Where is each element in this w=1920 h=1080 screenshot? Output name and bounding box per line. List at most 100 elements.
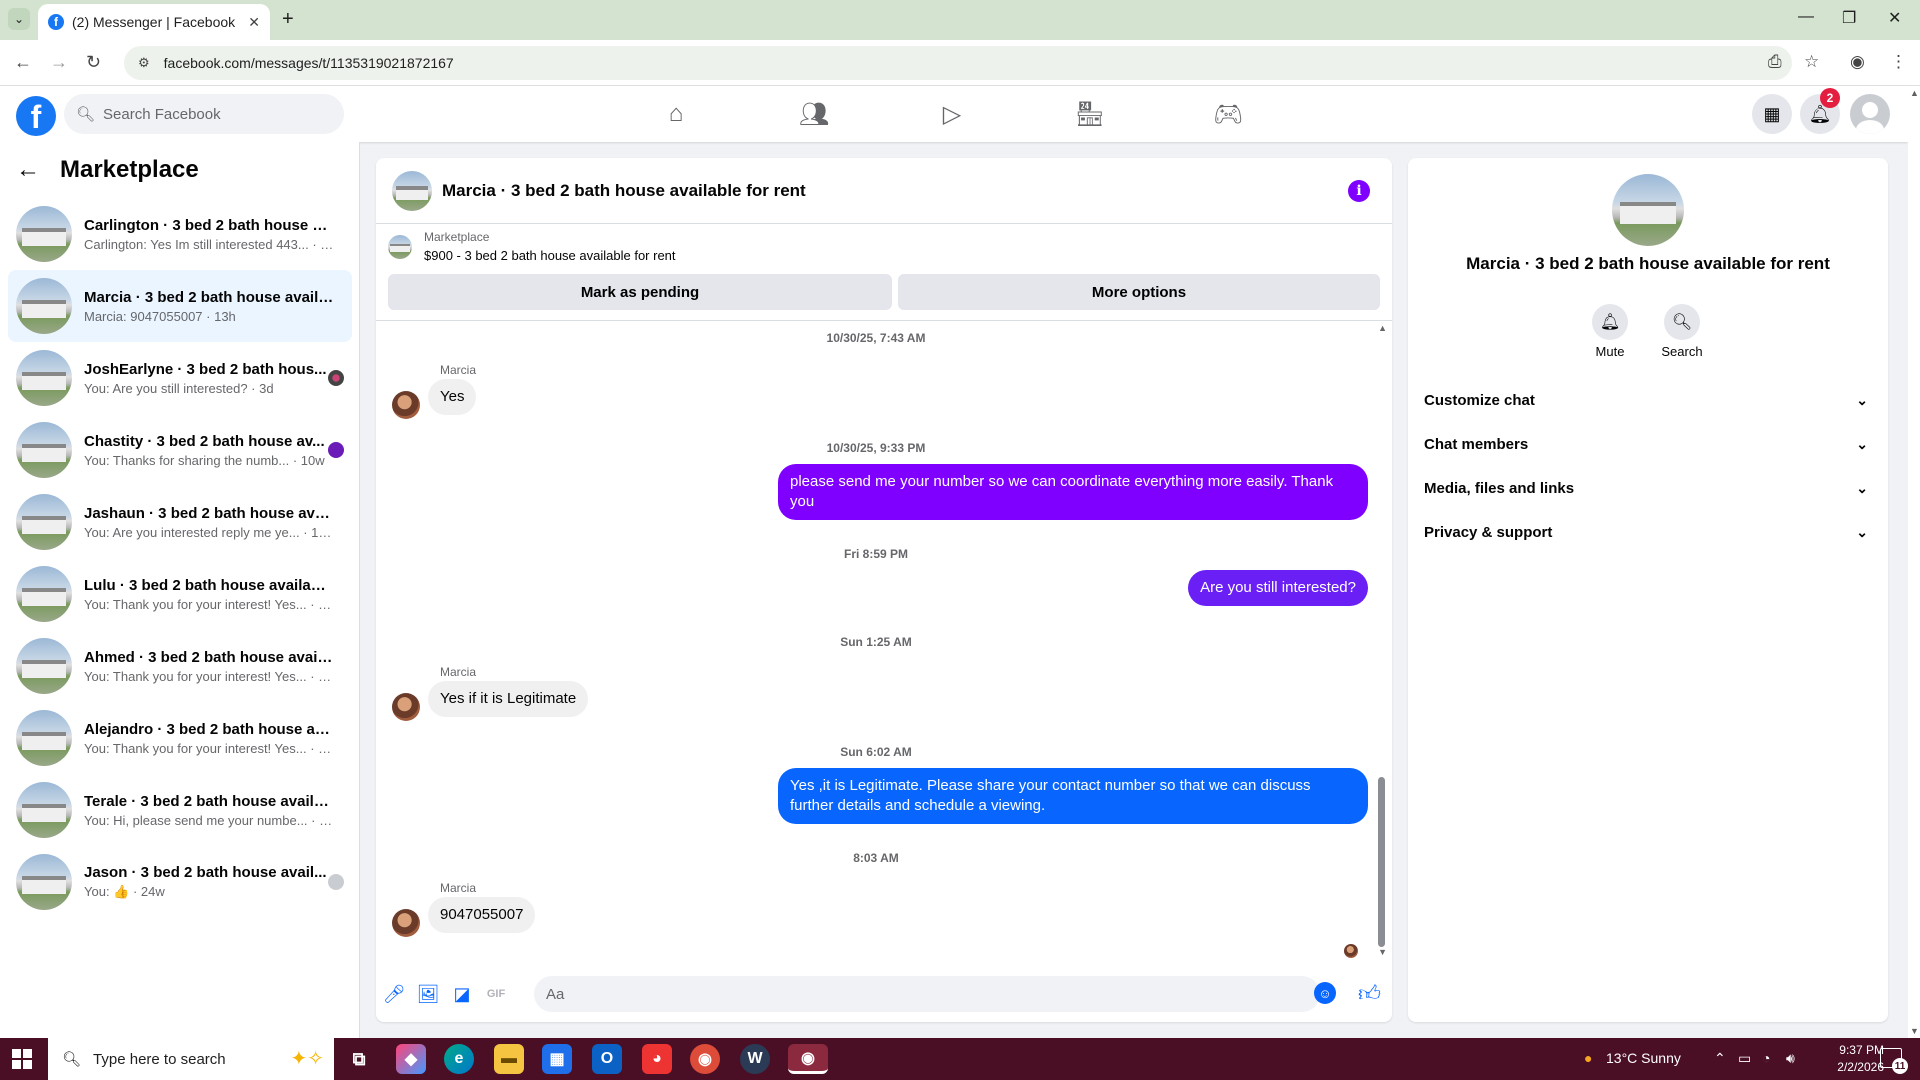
chrome-icon[interactable]: ◉: [690, 1044, 720, 1074]
weather-text[interactable]: 13°C Sunny: [1606, 1050, 1681, 1066]
taskbar-search[interactable]: 🔍︎ Type here to search ✦✧: [48, 1038, 334, 1080]
scroll-down-arrow-icon[interactable]: ▼: [1378, 947, 1387, 957]
section-customize-chat[interactable]: Customize chat ⌄: [1424, 378, 1872, 422]
scroll-up-arrow-icon[interactable]: ▲: [1378, 323, 1387, 333]
search-in-chat-icon[interactable]: 🔍︎: [1664, 304, 1700, 340]
conversation-item[interactable]: Lulu · 3 bed 2 bath house available... Yo…: [8, 558, 352, 630]
task-view-icon[interactable]: ⧉: [344, 1044, 374, 1074]
back-icon[interactable]: ←: [14, 52, 32, 73]
conversation-item[interactable]: Ahmed · 3 bed 2 bath house availa... You:…: [8, 630, 352, 702]
app-icon[interactable]: ◕: [642, 1044, 672, 1074]
marketplace-nav-icon[interactable]: 🏪︎: [1060, 86, 1120, 142]
menu-grid-icon[interactable]: ▦: [1752, 94, 1792, 134]
sender-avatar[interactable]: [392, 693, 420, 721]
listing-thumbnail: [16, 566, 72, 622]
minimize-icon[interactable]: —: [1798, 8, 1814, 26]
battery-icon[interactable]: ▭: [1738, 1050, 1751, 1067]
conversation-item[interactable]: Jason · 3 bed 2 bath house avail... You: …: [8, 846, 352, 918]
restore-icon[interactable]: ❐: [1842, 8, 1856, 28]
sender-avatar[interactable]: [392, 391, 420, 419]
conversation-item-active[interactable]: Marcia · 3 bed 2 bath house availa... Mar…: [8, 270, 352, 342]
conversation-snippet: You: Are you interested reply me ye... ·…: [84, 524, 334, 540]
browser-menu-icon[interactable]: ⋮: [1890, 52, 1907, 72]
microphone-icon[interactable]: 🎤︎: [382, 982, 406, 1006]
windows-start-icon[interactable]: [12, 1049, 32, 1069]
conversation-item[interactable]: Carlington · 3 bed 2 bath house av... Car…: [8, 198, 352, 270]
facebook-search[interactable]: 🔍︎: [64, 94, 344, 134]
conversation-item[interactable]: Alejandro · 3 bed 2 bath house ava... You…: [8, 702, 352, 774]
copilot-icon[interactable]: ◆: [396, 1044, 426, 1074]
account-avatar[interactable]: [1850, 94, 1890, 134]
section-privacy-support[interactable]: Privacy & support ⌄: [1424, 510, 1872, 554]
facebook-search-input[interactable]: [103, 105, 324, 123]
incoming-message[interactable]: Yes: [428, 379, 477, 415]
close-window-icon[interactable]: ✕: [1888, 8, 1901, 28]
friends-nav-icon[interactable]: 👥︎: [784, 86, 844, 142]
tab-search-dropdown[interactable]: ⌄: [8, 8, 30, 30]
edge-icon[interactable]: e: [444, 1044, 474, 1074]
outgoing-message[interactable]: Yes ,it is Legitimate. Please share your…: [778, 768, 1368, 824]
windows-taskbar: 🔍︎ Type here to search ✦✧ ⧉ ◆ e ▬ ▦ O ◕ …: [0, 1038, 1920, 1080]
outgoing-message[interactable]: Are you still interested?: [1188, 570, 1368, 606]
clock-date: 2/2/2026: [1837, 1060, 1884, 1074]
url-field[interactable]: ⚙ facebook.com/messages/t/11353190218721…: [124, 46, 1792, 80]
page-scroll-down-icon[interactable]: ▼: [1910, 1026, 1919, 1036]
address-bar: ← → ↻ ⚙ facebook.com/messages/t/11353190…: [0, 40, 1920, 86]
page-scrollbar[interactable]: ▲ ▼: [1908, 86, 1920, 1038]
conversation-item[interactable]: JoshEarlyne · 3 bed 2 bath hous... You: A…: [8, 342, 352, 414]
chrome-active-icon[interactable]: ◉: [788, 1044, 828, 1074]
gif-icon[interactable]: GIF: [484, 982, 508, 1006]
bookmark-star-icon[interactable]: ☆: [1804, 52, 1819, 72]
page-scroll-up-icon[interactable]: ▲: [1910, 88, 1919, 98]
outgoing-message[interactable]: please send me your number so we can coo…: [778, 464, 1368, 520]
info-listing-thumbnail[interactable]: [1612, 174, 1684, 246]
back-arrow-icon[interactable]: ←: [16, 156, 40, 184]
incoming-message[interactable]: Yes if it is Legitimate: [428, 681, 589, 717]
home-nav-icon[interactable]: ⌂: [646, 86, 706, 142]
volume-icon[interactable]: 🔊︎: [1786, 1050, 1795, 1067]
read-receipt-avatar: [328, 370, 344, 386]
sender-avatar[interactable]: [392, 909, 420, 937]
chat-listing-thumbnail[interactable]: [392, 170, 432, 211]
incoming-message[interactable]: 9047055007: [428, 897, 536, 933]
conversation-name: Jashaun · 3 bed 2 bath house avail...: [84, 504, 334, 522]
listing-summary[interactable]: Marketplace $900 - 3 bed 2 bath house av…: [388, 230, 676, 263]
gaming-nav-icon[interactable]: 🎮︎: [1198, 86, 1258, 142]
outlook-icon[interactable]: O: [592, 1044, 622, 1074]
profile-icon[interactable]: ◉: [1850, 52, 1865, 72]
video-nav-icon[interactable]: ▷: [922, 86, 982, 142]
browser-tab-messenger[interactable]: f (2) Messenger | Facebook ✕: [38, 4, 270, 40]
section-chat-members[interactable]: Chat members ⌄: [1424, 422, 1872, 466]
reload-icon[interactable]: ↻: [86, 52, 101, 73]
section-media-files-links[interactable]: Media, files and links ⌄: [1424, 466, 1872, 510]
wordpress-icon[interactable]: W: [740, 1044, 770, 1074]
store-icon[interactable]: ▦: [542, 1044, 572, 1074]
emoji-icon[interactable]: ☺: [1314, 982, 1336, 1004]
conversation-item[interactable]: Chastity · 3 bed 2 bath house av... You: …: [8, 414, 352, 486]
thumbs-up-icon[interactable]: 👍︎: [1358, 980, 1381, 1007]
mark-as-pending-button[interactable]: Mark as pending: [388, 274, 892, 310]
forward-icon[interactable]: →: [50, 52, 68, 73]
wifi-icon[interactable]: ◔: [1762, 1050, 1770, 1066]
tray-chevron-up-icon[interactable]: ⌃: [1714, 1050, 1726, 1067]
chat-title[interactable]: Marcia · 3 bed 2 bath house available fo…: [442, 181, 806, 201]
conversation-snippet: Carlington: Yes Im still interested 443.…: [84, 236, 334, 252]
file-explorer-icon[interactable]: ▬: [494, 1044, 524, 1074]
conversation-snippet: You: Thank you for your interest! Yes...…: [84, 740, 334, 756]
taskbar-clock[interactable]: 9:37 PM 2/2/2026: [1824, 1042, 1884, 1076]
mute-bell-icon[interactable]: 🔔︎: [1592, 304, 1628, 340]
facebook-logo-icon[interactable]: f: [16, 96, 56, 136]
weather-sun-icon[interactable]: ●: [1584, 1050, 1592, 1066]
install-app-icon[interactable]: ⎙: [1768, 52, 1782, 72]
conversation-item[interactable]: Jashaun · 3 bed 2 bath house avail... You…: [8, 486, 352, 558]
sticker-icon[interactable]: ◪: [450, 982, 474, 1006]
conversation-item[interactable]: Terale · 3 bed 2 bath house availab... Yo…: [8, 774, 352, 846]
message-input[interactable]: [534, 976, 1320, 1012]
new-tab-icon[interactable]: +: [282, 8, 294, 31]
site-settings-icon[interactable]: ⚙: [138, 55, 150, 71]
message-scrollbar-thumb[interactable]: [1378, 777, 1385, 947]
close-tab-icon[interactable]: ✕: [248, 14, 260, 31]
info-icon[interactable]: i: [1348, 180, 1370, 202]
attach-photo-icon[interactable]: 🖼︎: [416, 982, 440, 1006]
more-options-button[interactable]: More options: [898, 274, 1380, 310]
